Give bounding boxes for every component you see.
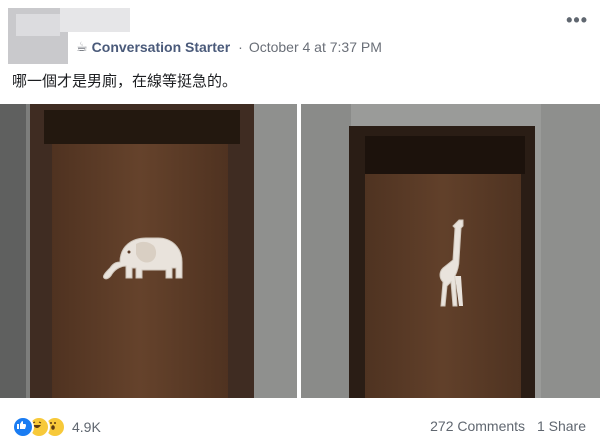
- author-name[interactable]: Conversation Starter: [92, 39, 230, 55]
- comments-count[interactable]: 272 Comments: [430, 418, 525, 434]
- wall-right: [541, 104, 600, 398]
- door-header: [365, 136, 525, 174]
- post-text: 哪一個才是男廁，在線等挺急的。: [12, 72, 238, 90]
- coffee-cup-icon: ☕: [76, 39, 88, 54]
- post-stats: 4.9K 272 Comments 1 Share: [0, 414, 600, 438]
- reaction-summary[interactable]: 4.9K: [12, 416, 101, 438]
- post-header: ☕ Conversation Starter · October 4 at 7:…: [76, 38, 382, 56]
- like-icon: [12, 416, 34, 438]
- photo-left[interactable]: [0, 104, 297, 398]
- avatar-blur-patch: [16, 14, 60, 36]
- meta-separator: ·: [238, 39, 243, 55]
- avatar-blur-patch: [60, 8, 130, 32]
- photo-grid: [0, 104, 600, 398]
- photo-right-canvas: [301, 104, 600, 398]
- photo-right[interactable]: [301, 104, 600, 398]
- avatar[interactable]: [8, 8, 130, 64]
- more-options-icon[interactable]: •••: [566, 10, 588, 31]
- shares-count[interactable]: 1 Share: [537, 418, 586, 434]
- photo-left-canvas: [0, 104, 297, 398]
- engagement-stats: 272 Comments 1 Share: [422, 418, 586, 434]
- post-timestamp[interactable]: October 4 at 7:37 PM: [249, 39, 382, 55]
- door-header: [44, 110, 240, 144]
- wall-right: [250, 104, 297, 398]
- reaction-count: 4.9K: [72, 419, 101, 435]
- wall-shadow: [0, 104, 26, 398]
- wall-left: [301, 104, 351, 398]
